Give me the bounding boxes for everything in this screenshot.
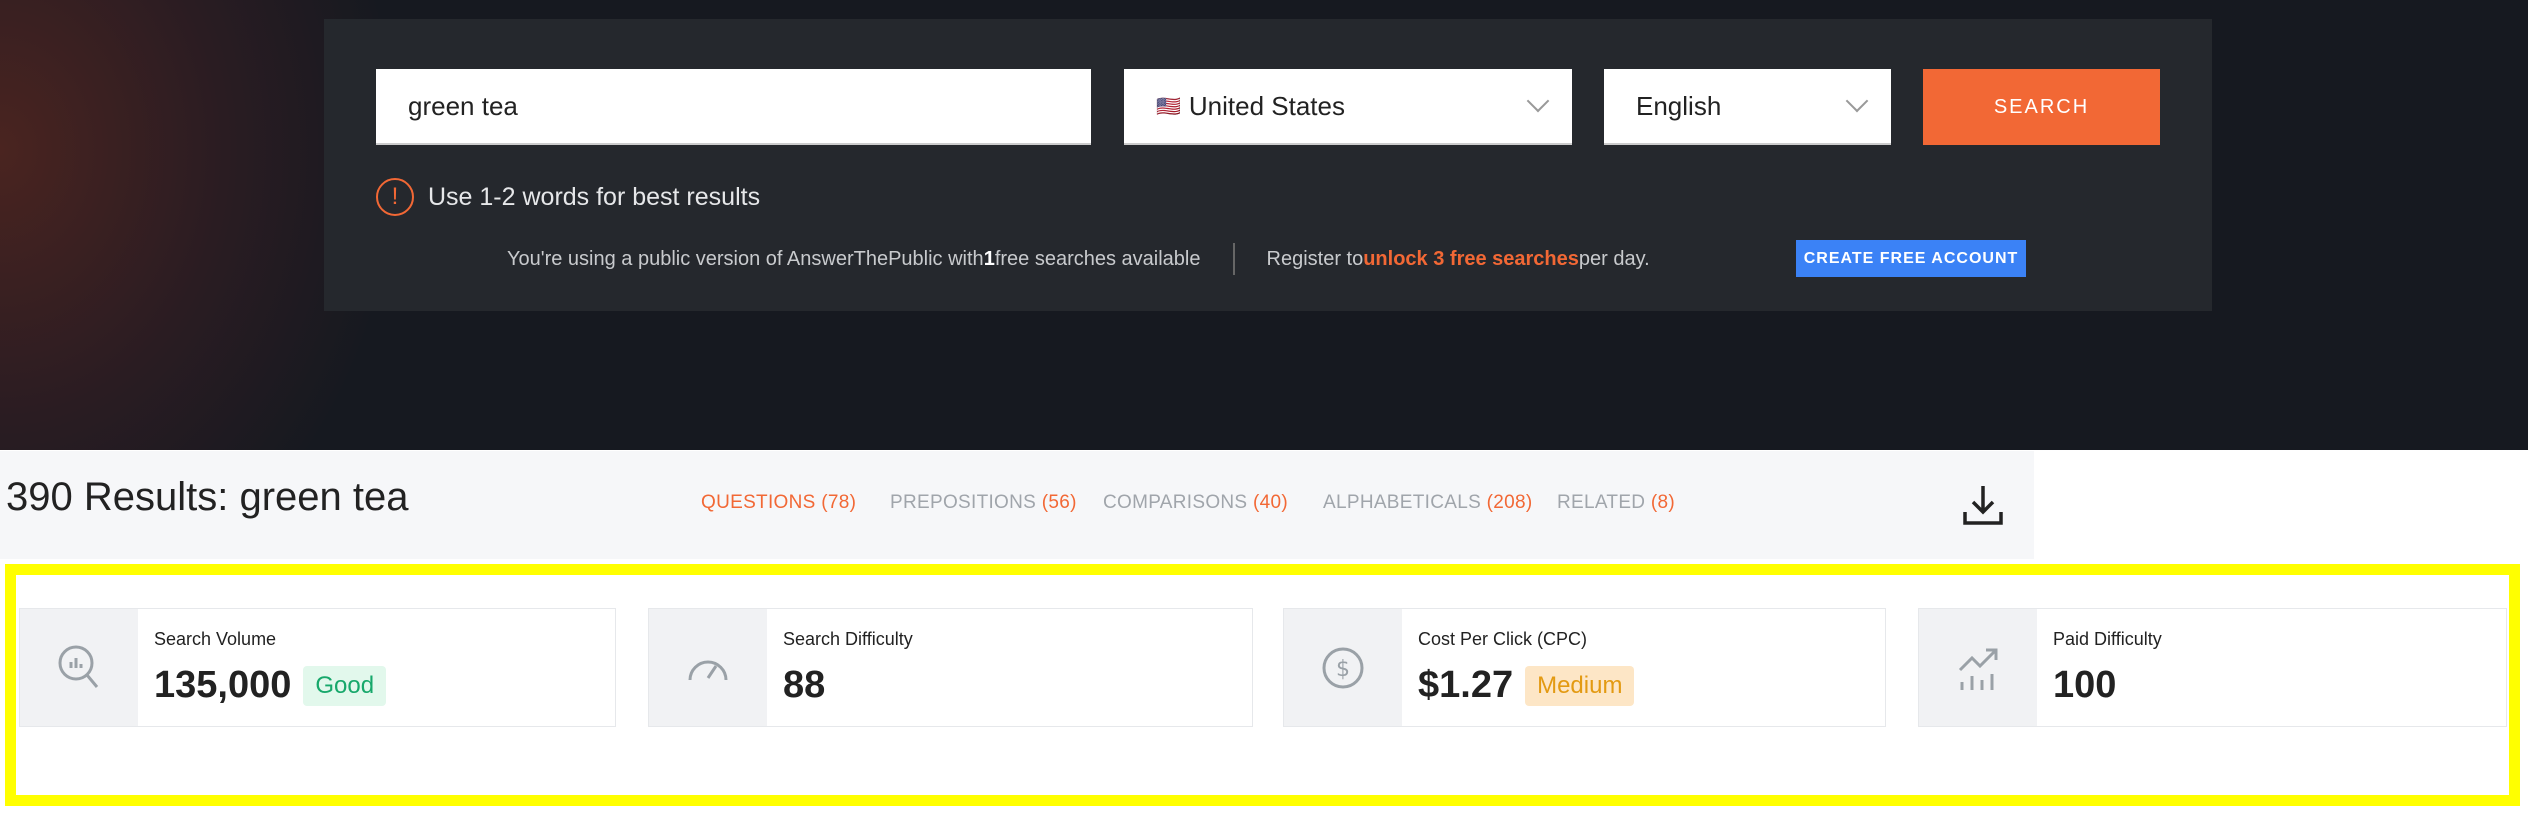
unlock-link[interactable]: unlock 3 free searches xyxy=(1363,248,1579,271)
register-prefix: Register to xyxy=(1266,247,1364,270)
keyword-input[interactable]: green tea xyxy=(376,69,1091,145)
metric-label: Search Volume xyxy=(154,629,277,649)
trend-up-icon xyxy=(1958,648,1998,690)
results-title: 390 Results: green tea xyxy=(6,475,409,519)
register-suffix: per day. xyxy=(1578,247,1650,270)
download-icon[interactable] xyxy=(1962,484,2004,526)
public-notice: You're using a public version of AnswerT… xyxy=(507,243,1650,275)
warning-icon: ! xyxy=(376,178,414,216)
tip: ! Use 1-2 words for best results xyxy=(376,178,760,216)
chevron-down-icon xyxy=(1845,89,1869,113)
tab-questions[interactable]: QUESTIONS (78) xyxy=(701,492,856,514)
flag-icon: 🇺🇸 xyxy=(1156,95,1181,118)
tab-related[interactable]: RELATED (8) xyxy=(1557,492,1675,514)
search-button[interactable]: SEARCH xyxy=(1923,69,2160,145)
tab-comparisons[interactable]: COMPARISONS (40) xyxy=(1103,492,1288,514)
gauge-icon xyxy=(688,660,728,680)
dollar-icon: $ xyxy=(1322,647,1364,688)
metric-value: 100 xyxy=(2053,664,2117,706)
metric-value: 88 xyxy=(783,664,826,706)
metric-label: Paid Difficulty xyxy=(2053,629,2162,649)
metric-label: Cost Per Click (CPC) xyxy=(1418,629,1588,649)
divider xyxy=(1232,243,1235,275)
metric-paid-difficulty: Paid Difficulty 100 xyxy=(1918,608,2507,727)
tip-text: Use 1-2 words for best results xyxy=(428,182,761,211)
metric-cpc: $ Cost Per Click (CPC) $1.27 Medium xyxy=(1283,608,1886,727)
create-account-button[interactable]: CREATE FREE ACCOUNT xyxy=(1796,240,2026,277)
tab-alphabeticals[interactable]: ALPHABETICALS (208) xyxy=(1323,492,1533,514)
metric-search-difficulty: Search Difficulty 88 xyxy=(648,608,1253,727)
svg-text:$: $ xyxy=(1336,657,1350,682)
metric-value: $1.27 xyxy=(1418,664,1514,706)
language-value: English xyxy=(1636,90,1722,121)
metric-label: Search Difficulty xyxy=(783,629,913,649)
metric-search-volume: Search Volume 135,000 Good xyxy=(19,608,616,727)
language-select[interactable]: English xyxy=(1604,69,1891,145)
search-chart-icon xyxy=(58,645,99,688)
notice-prefix: You're using a public version of AnswerT… xyxy=(507,247,984,270)
country-value: United States xyxy=(1188,90,1345,121)
notice-count: 1 xyxy=(983,247,995,270)
chevron-down-icon xyxy=(1526,89,1550,113)
country-select[interactable]: 🇺🇸 United States xyxy=(1124,69,1572,145)
metric-value: 135,000 xyxy=(154,664,292,706)
status-badge: Medium xyxy=(1525,665,1635,706)
status-badge: Good xyxy=(303,665,387,706)
keyword-value: green tea xyxy=(408,90,518,121)
notice-suffix: free searches available xyxy=(994,247,1201,270)
tab-prepositions[interactable]: PREPOSITIONS (56) xyxy=(890,492,1077,514)
